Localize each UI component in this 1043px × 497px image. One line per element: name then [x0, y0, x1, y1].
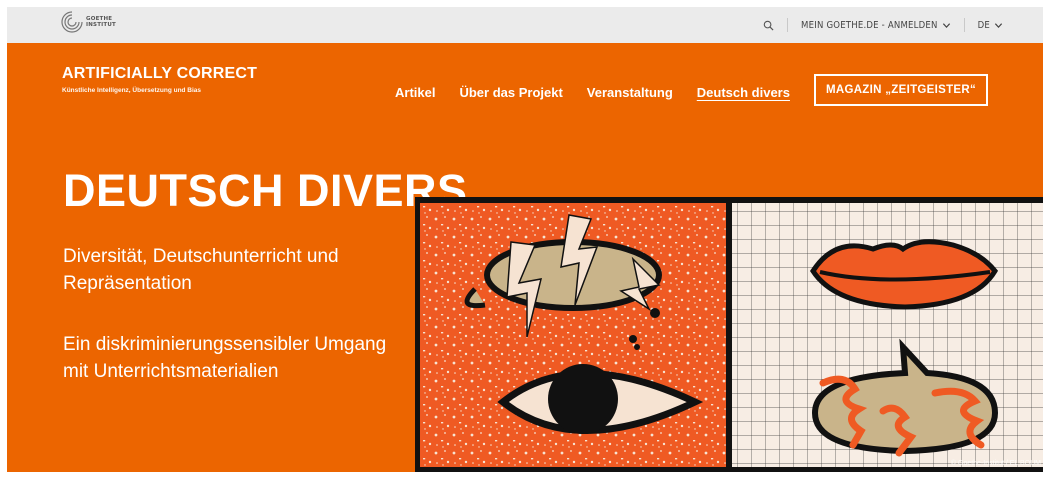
page-title: DEUTSCH DIVERS: [63, 165, 468, 216]
divider: [787, 18, 789, 32]
login-menu[interactable]: MEIN GOETHE.DE - ANMELDEN: [801, 20, 951, 31]
nav-item-projekt[interactable]: Über das Projekt: [459, 85, 562, 100]
hero-illustration: [415, 197, 1043, 472]
logo-text: GOETHE INSTITUT: [86, 16, 116, 28]
hero-section: ARTIFICIALLY CORRECT Künstliche Intellig…: [7, 43, 1043, 472]
chevron-down-icon: [994, 22, 1003, 28]
goethe-logo[interactable]: GOETHE INSTITUT: [61, 11, 116, 33]
search-icon: [763, 20, 774, 31]
main-nav: Artikel Über das Projekt Veranstaltung D…: [395, 74, 1012, 106]
logo-line2: INSTITUT: [86, 22, 116, 28]
brand-title: ARTIFICIALLY CORRECT: [62, 65, 258, 82]
search-button[interactable]: [763, 20, 774, 31]
site-brand[interactable]: ARTIFICIALLY CORRECT Künstliche Intellig…: [62, 65, 257, 94]
language-label: DE: [977, 19, 990, 31]
nav-item-artikel[interactable]: Artikel: [395, 85, 435, 100]
brand-subtitle: Künstliche Intelligenz, Übersetzung und …: [62, 87, 202, 94]
topbar-actions: MEIN GOETHE.DE - ANMELDEN DE: [763, 7, 1003, 43]
nav-item-veranstaltung[interactable]: Veranstaltung: [587, 85, 673, 100]
top-utility-bar: GOETHE INSTITUT MEIN GOETHE.DE - ANMELDE…: [7, 7, 1043, 43]
magazin-button[interactable]: MAGAZIN „ZEITGEISTER“: [813, 74, 989, 106]
login-label: MEIN GOETHE.DE - ANMELDEN: [801, 19, 938, 31]
chevron-down-icon: [942, 22, 950, 28]
goethe-logo-icon: [61, 11, 83, 33]
hero-description: Ein diskriminierungssensibler Umgang mit…: [63, 334, 387, 382]
image-caption: © Goethe-Institut / EL BOUM: [950, 460, 1041, 467]
nav-item-deutsch-divers[interactable]: Deutsch divers: [697, 85, 790, 100]
hero-subtitle: Diversität, Deutschunterricht und Repräs…: [63, 246, 339, 294]
language-selector[interactable]: DE: [978, 20, 1003, 31]
divider: [963, 18, 965, 32]
